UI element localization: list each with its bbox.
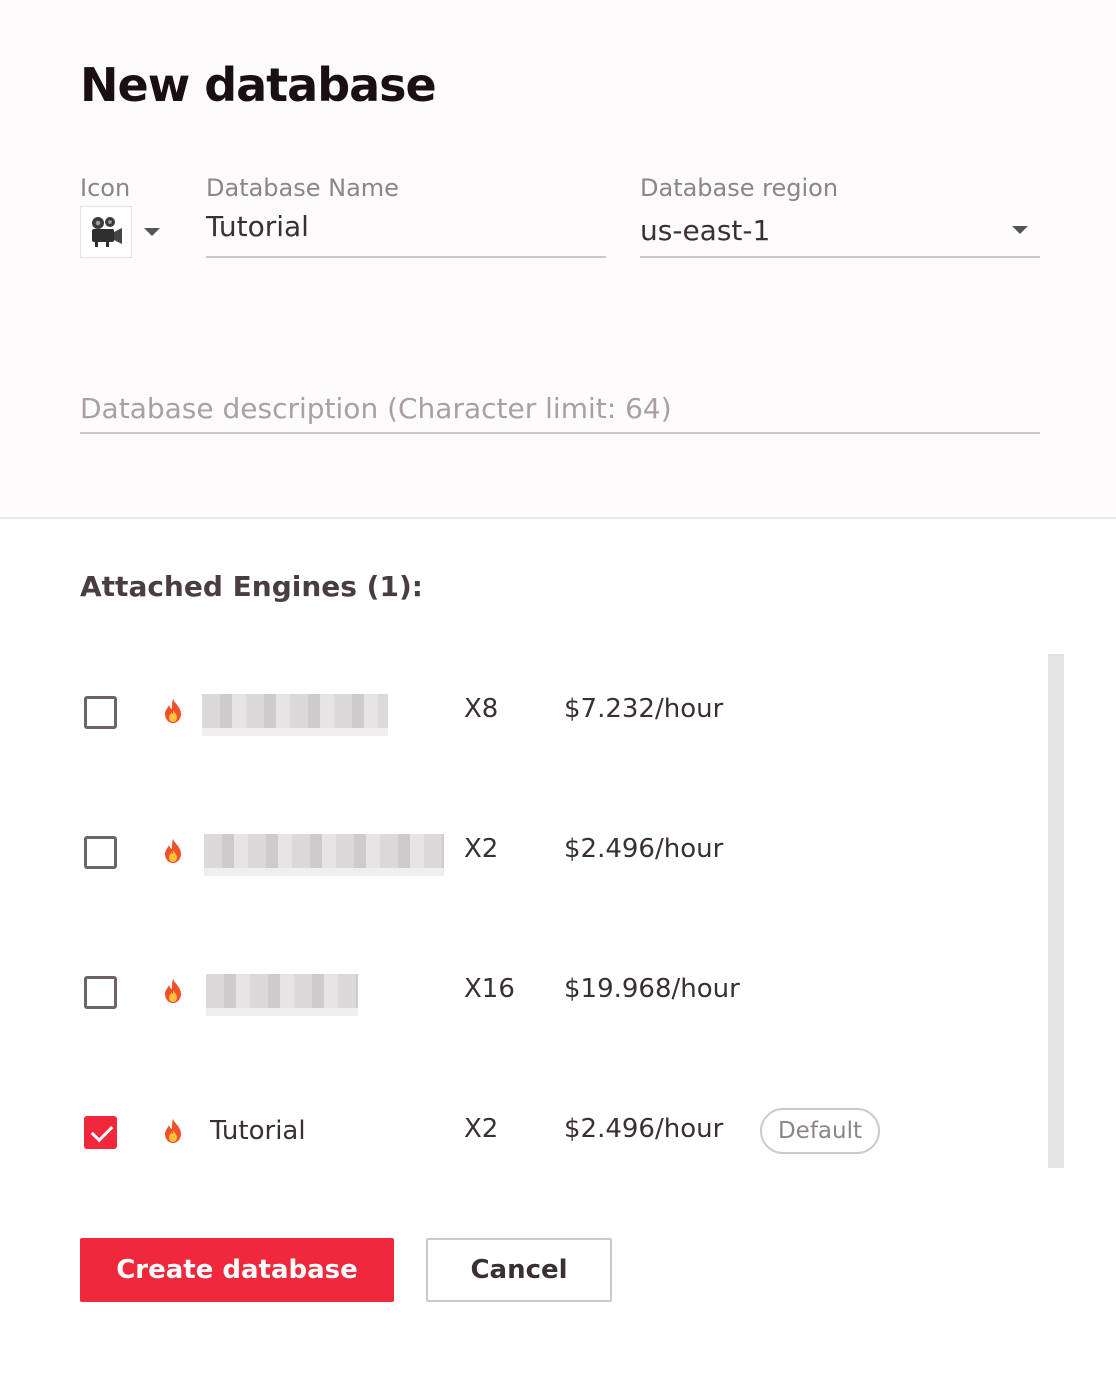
database-region-value: us-east-1 bbox=[640, 214, 771, 247]
engine-scale: X16 bbox=[464, 974, 515, 1004]
engine-price: $19.968/hour bbox=[564, 974, 740, 1004]
dialog-title: New database bbox=[80, 58, 437, 112]
fire-icon bbox=[165, 979, 181, 1003]
chevron-down-icon[interactable] bbox=[1012, 226, 1028, 234]
redacted-engine-name bbox=[206, 974, 358, 1016]
engine-row: X16 $19.968/hour bbox=[80, 962, 980, 1022]
database-name-input[interactable]: Tutorial bbox=[206, 204, 606, 258]
cancel-button[interactable]: Cancel bbox=[426, 1238, 612, 1302]
icon-picker[interactable] bbox=[80, 206, 170, 258]
database-region-select[interactable]: us-east-1 bbox=[640, 204, 1040, 258]
chevron-down-icon[interactable] bbox=[144, 228, 160, 236]
engine-row: X2 $2.496/hour bbox=[80, 822, 980, 882]
database-name-label: Database Name bbox=[206, 174, 399, 202]
engine-scale: X2 bbox=[464, 834, 499, 864]
database-form-section: New database Icon Database Name Database… bbox=[0, 0, 1116, 519]
create-database-button[interactable]: Create database bbox=[80, 1238, 394, 1302]
engine-scale: X2 bbox=[464, 1114, 499, 1144]
attached-engines-heading: Attached Engines (1): bbox=[80, 570, 423, 603]
engine-price: $2.496/hour bbox=[564, 1114, 724, 1144]
fire-icon bbox=[165, 839, 181, 863]
engine-name: Tutorial bbox=[210, 1116, 306, 1146]
engines-scrollbar[interactable] bbox=[1048, 654, 1064, 1168]
redacted-engine-name bbox=[204, 834, 444, 876]
fire-icon bbox=[165, 699, 181, 723]
engine-scale: X8 bbox=[464, 694, 499, 724]
database-region-label: Database region bbox=[640, 174, 839, 202]
movie-camera-icon bbox=[92, 217, 122, 247]
fire-icon bbox=[165, 1119, 181, 1143]
default-badge: Default bbox=[760, 1108, 880, 1154]
engine-row: Tutorial X2 $2.496/hour Default bbox=[80, 1102, 980, 1162]
engine-checkbox[interactable] bbox=[84, 836, 117, 869]
engine-row: X8 $7.232/hour bbox=[80, 682, 980, 742]
engine-price: $7.232/hour bbox=[564, 694, 724, 724]
engine-checkbox[interactable] bbox=[84, 1116, 117, 1149]
database-description-input[interactable]: Database description (Character limit: 6… bbox=[80, 392, 1040, 434]
icon-label: Icon bbox=[80, 174, 131, 202]
engine-checkbox[interactable] bbox=[84, 976, 117, 1009]
engine-price: $2.496/hour bbox=[564, 834, 724, 864]
engine-checkbox[interactable] bbox=[84, 696, 117, 729]
selected-icon-box[interactable] bbox=[80, 206, 132, 258]
redacted-engine-name bbox=[202, 694, 388, 736]
